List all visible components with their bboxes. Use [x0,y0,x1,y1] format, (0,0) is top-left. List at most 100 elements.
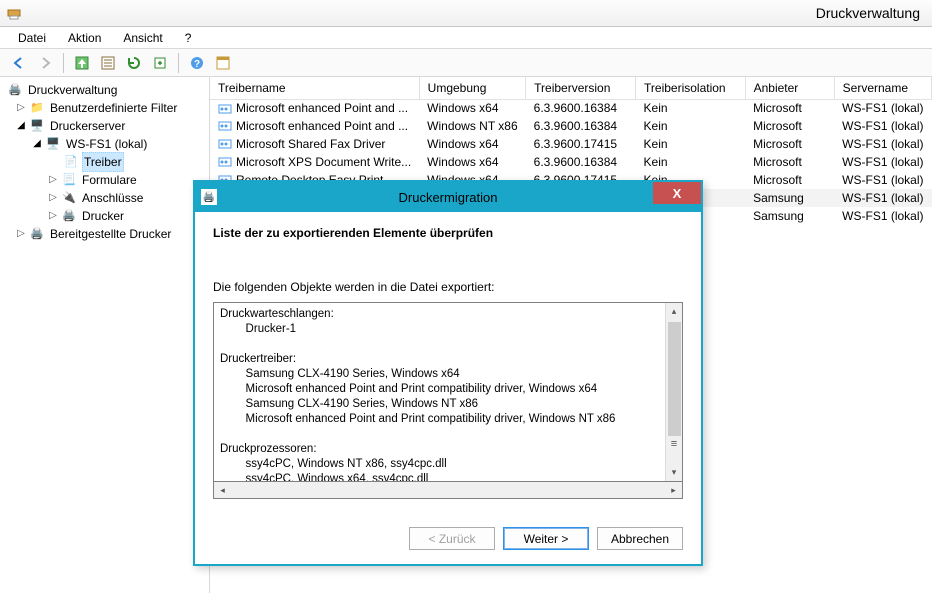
scroll-left-icon[interactable]: ◂ [214,482,231,499]
cell-name: Microsoft enhanced Point and ... [210,99,419,117]
tree-filters[interactable]: ▷ 📁 Benutzerdefinierte Filter [0,99,209,117]
next-button[interactable]: Weiter > [503,527,589,550]
window-titlebar: Druckverwaltung [0,0,932,27]
dialog-subheading: Die folgenden Objekte werden in die Date… [213,280,683,294]
cell-version: 6.3.9600.17415 [526,135,636,153]
menu-file[interactable]: Datei [10,29,54,47]
dialog-title: Druckermigration [399,190,498,205]
deployed-icon: 🖨️ [29,226,45,242]
cell-vendor: Microsoft [745,153,834,171]
tree-servers[interactable]: ◢ 🖥️ Druckerserver [0,117,209,135]
tree-forms-label: Formulare [80,171,139,189]
toolbar-separator [63,53,64,73]
dialog-titlebar[interactable]: 🖨️ Druckermigration X [195,182,701,212]
cancel-button[interactable]: Abbrechen [597,527,683,550]
col-version[interactable]: Treiberversion [526,77,636,99]
cell-isolation: Kein [636,153,746,171]
server-icon: 🖥️ [45,136,61,152]
properties-button[interactable] [97,52,119,74]
horizontal-scrollbar[interactable]: ◂ ▸ [213,482,683,499]
server-group-icon: 🖥️ [29,118,45,134]
menubar: Datei Aktion Ansicht ? [0,27,932,49]
menu-help[interactable]: ? [177,29,200,47]
menu-view[interactable]: Ansicht [115,29,170,47]
collapse-icon[interactable]: ◢ [16,117,26,135]
cell-env: Windows x64 [419,99,525,117]
export-items-content: Druckwarteschlangen: Drucker-1 Druckertr… [214,303,665,481]
scroll-up-icon[interactable]: ▴ [666,303,683,320]
cell-server: WS-FS1 (lokal) [834,207,931,225]
export-button[interactable] [149,52,171,74]
printmgmt-icon: 🖨️ [7,82,23,98]
tree-drivers-label: Treiber [82,152,124,172]
up-button[interactable] [71,52,93,74]
svg-text:?: ? [194,59,200,70]
scroll-right-icon[interactable]: ▸ [665,482,682,499]
table-header-row[interactable]: Treibername Umgebung Treiberversion Trei… [210,77,932,99]
cell-isolation: Kein [636,117,746,135]
cell-vendor: Microsoft [745,171,834,189]
dialog-close-button[interactable]: X [653,182,701,204]
dialog-button-row: < Zurück Weiter > Abbrechen [195,511,701,564]
toolbar: ? [0,49,932,77]
tree-filters-label: Benutzerdefinierte Filter [48,99,179,117]
cell-vendor: Microsoft [745,135,834,153]
nav-forward-button[interactable] [34,52,56,74]
refresh-button[interactable] [123,52,145,74]
col-env[interactable]: Umgebung [419,77,525,99]
cell-name: Microsoft Shared Fax Driver [210,135,419,153]
filter-folder-icon: 📁 [29,100,45,116]
cell-version: 6.3.9600.16384 [526,153,636,171]
tree-deployed-label: Bereitgestellte Drucker [48,225,173,243]
driver-icon [218,155,232,169]
tree-printers-label: Drucker [80,207,126,225]
cell-vendor: Microsoft [745,117,834,135]
tree-root-label: Druckverwaltung [26,81,119,99]
scroll-thumb[interactable] [668,322,681,436]
col-server[interactable]: Servername [834,77,931,99]
cell-version: 6.3.9600.16384 [526,117,636,135]
cell-env: Windows NT x86 [419,117,525,135]
cell-env: Windows x64 [419,135,525,153]
back-button: < Zurück [409,527,495,550]
tree-pane[interactable]: 🖨️ Druckverwaltung ▷ 📁 Benutzerdefiniert… [0,77,210,593]
printers-icon: 🖨️ [61,208,77,224]
tree-server-local[interactable]: ◢ 🖥️ WS-FS1 (lokal) [0,135,209,153]
tree-forms[interactable]: ▷ 📃 Formulare [0,171,209,189]
collapse-icon[interactable]: ◢ [32,135,42,153]
vertical-scrollbar[interactable]: ▴ ≡ ▾ [665,303,682,481]
app-icon [6,6,22,22]
expand-icon[interactable]: ▷ [16,225,26,243]
expand-icon[interactable]: ▷ [48,189,58,207]
nav-back-button[interactable] [8,52,30,74]
expand-icon[interactable]: ▷ [48,171,58,189]
driver-icon [218,102,232,116]
cell-server: WS-FS1 (lokal) [834,117,931,135]
toolbar-separator [178,53,179,73]
cell-vendor: Samsung [745,207,834,225]
scroll-down-icon[interactable]: ▾ [666,464,683,481]
cell-version: 6.3.9600.16384 [526,99,636,117]
details-button[interactable] [212,52,234,74]
tree-ports[interactable]: ▷ 🔌 Anschlüsse [0,189,209,207]
expand-icon[interactable]: ▷ [48,207,58,225]
col-name[interactable]: Treibername [210,77,419,99]
tree-printers[interactable]: ▷ 🖨️ Drucker [0,207,209,225]
cell-isolation: Kein [636,99,746,117]
expand-icon[interactable]: ▷ [16,99,26,117]
tree-root[interactable]: 🖨️ Druckverwaltung [0,81,209,99]
export-items-textbox[interactable]: Druckwarteschlangen: Drucker-1 Druckertr… [213,302,683,482]
cell-vendor: Microsoft [745,99,834,117]
cell-vendor: Samsung [745,189,834,207]
menu-action[interactable]: Aktion [60,29,109,47]
table-row[interactable]: Microsoft Shared Fax DriverWindows x646.… [210,135,932,153]
tree-drivers[interactable]: 📄 Treiber [0,153,209,171]
tree-deployed[interactable]: ▷ 🖨️ Bereitgestellte Drucker [0,225,209,243]
col-vendor[interactable]: Anbieter [745,77,834,99]
cell-env: Windows x64 [419,153,525,171]
col-isolation[interactable]: Treiberisolation [636,77,746,99]
help-button[interactable]: ? [186,52,208,74]
table-row[interactable]: Microsoft enhanced Point and ...Windows … [210,117,932,135]
table-row[interactable]: Microsoft XPS Document Write...Windows x… [210,153,932,171]
table-row[interactable]: Microsoft enhanced Point and ...Windows … [210,99,932,117]
